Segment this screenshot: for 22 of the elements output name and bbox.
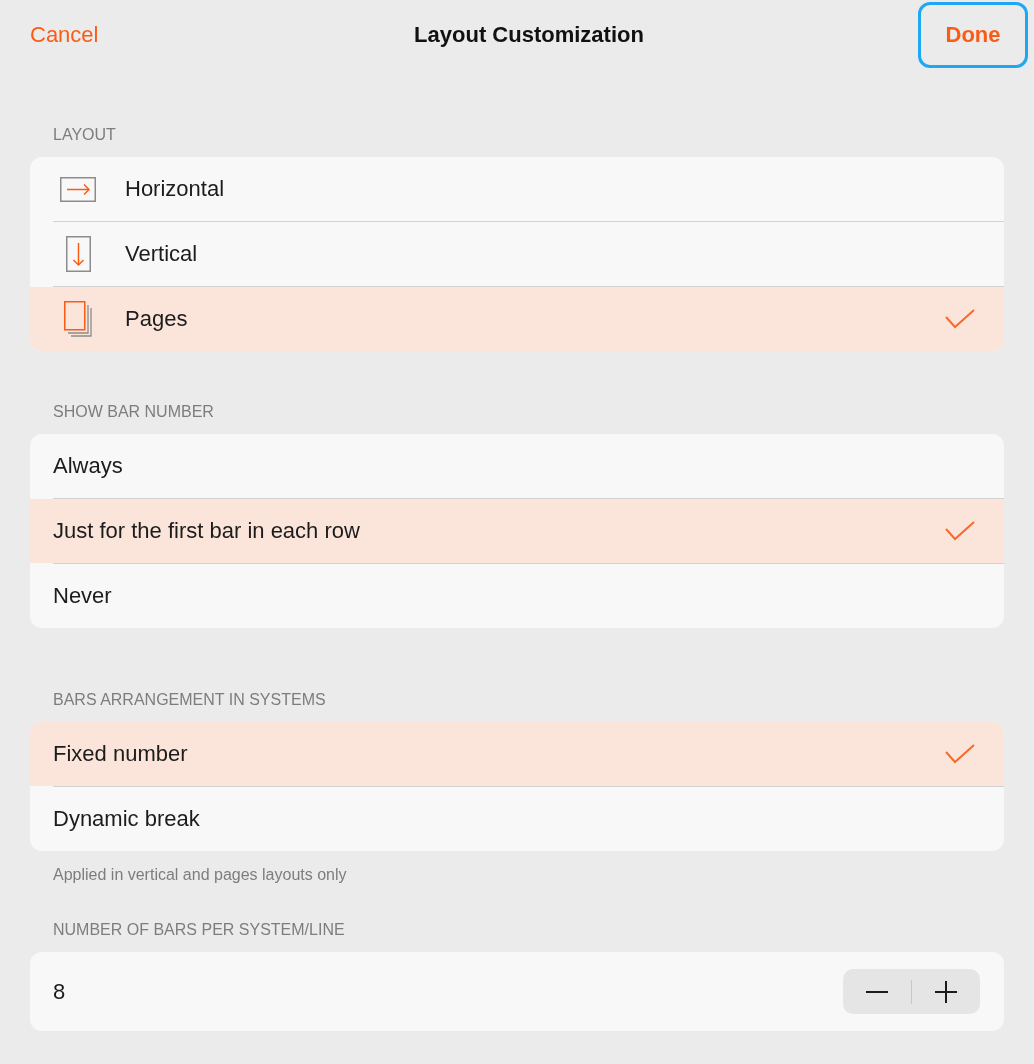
section-header: NUMBER OF BARS PER SYSTEM/LINE bbox=[53, 920, 346, 940]
option-row[interactable]: Pages bbox=[30, 287, 1004, 351]
checkmark-icon bbox=[945, 309, 975, 329]
section-header: LAYOUT bbox=[53, 125, 117, 145]
checkmark-icon bbox=[945, 521, 975, 541]
option-row[interactable]: Vertical bbox=[30, 222, 1004, 286]
option-row[interactable]: Dynamic break bbox=[30, 787, 1004, 851]
stepper[interactable] bbox=[843, 969, 980, 1014]
value-text: 8 bbox=[53, 978, 66, 1005]
checkmark-icon bbox=[945, 744, 975, 764]
option-row[interactable]: Fixed number bbox=[30, 722, 1004, 786]
option-row[interactable]: Never bbox=[30, 564, 1004, 628]
screen-title: Layout Customization bbox=[414, 22, 644, 48]
plus-icon bbox=[935, 980, 957, 1003]
minus-icon bbox=[866, 990, 888, 993]
section-header: BARS ARRANGEMENT IN SYSTEMS bbox=[53, 690, 327, 710]
section-footnote: Applied in vertical and pages layouts only bbox=[53, 865, 348, 885]
pages-icon bbox=[64, 301, 92, 337]
option-row[interactable]: Horizontal bbox=[30, 157, 1004, 221]
option-row[interactable]: Always bbox=[30, 434, 1004, 498]
section-header: SHOW BAR NUMBER bbox=[53, 402, 215, 422]
option-row[interactable]: Just for the first bar in each row bbox=[30, 499, 1004, 563]
